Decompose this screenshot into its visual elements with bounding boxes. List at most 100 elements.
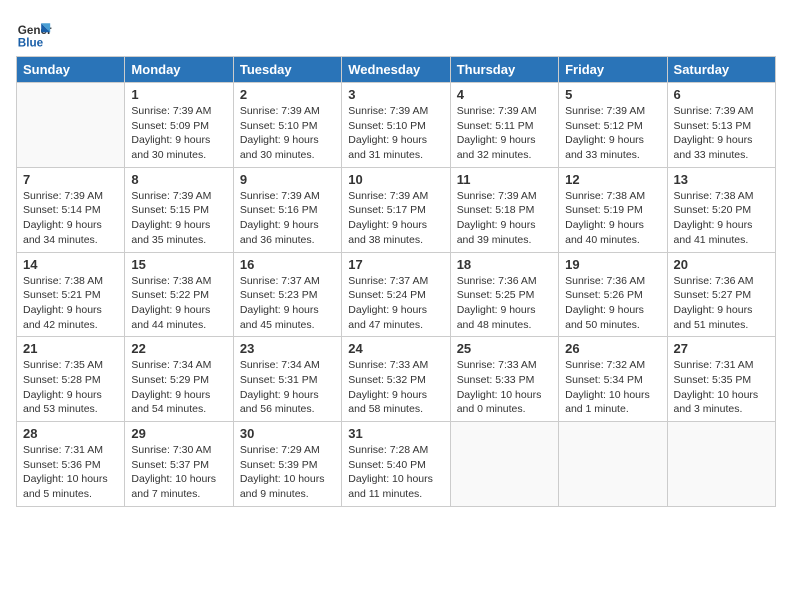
day-number: 5: [565, 87, 660, 102]
day-number: 31: [348, 426, 443, 441]
calendar-cell: 25 Sunrise: 7:33 AM Sunset: 5:33 PM Dayl…: [450, 337, 558, 422]
calendar-cell: 10 Sunrise: 7:39 AM Sunset: 5:17 PM Dayl…: [342, 167, 450, 252]
day-number: 28: [23, 426, 118, 441]
calendar-cell: [667, 422, 775, 507]
header-friday: Friday: [559, 57, 667, 83]
day-info: Sunrise: 7:39 AM Sunset: 5:16 PM Dayligh…: [240, 189, 335, 248]
day-info: Sunrise: 7:39 AM Sunset: 5:12 PM Dayligh…: [565, 104, 660, 163]
calendar-cell: [559, 422, 667, 507]
day-info: Sunrise: 7:34 AM Sunset: 5:31 PM Dayligh…: [240, 358, 335, 417]
calendar-cell: 18 Sunrise: 7:36 AM Sunset: 5:25 PM Dayl…: [450, 252, 558, 337]
day-info: Sunrise: 7:39 AM Sunset: 5:11 PM Dayligh…: [457, 104, 552, 163]
day-info: Sunrise: 7:39 AM Sunset: 5:09 PM Dayligh…: [131, 104, 226, 163]
day-number: 11: [457, 172, 552, 187]
week-row-5: 28 Sunrise: 7:31 AM Sunset: 5:36 PM Dayl…: [17, 422, 776, 507]
day-number: 12: [565, 172, 660, 187]
svg-text:Blue: Blue: [18, 37, 44, 50]
day-info: Sunrise: 7:39 AM Sunset: 5:13 PM Dayligh…: [674, 104, 769, 163]
day-info: Sunrise: 7:28 AM Sunset: 5:40 PM Dayligh…: [348, 443, 443, 502]
calendar-cell: 23 Sunrise: 7:34 AM Sunset: 5:31 PM Dayl…: [233, 337, 341, 422]
day-info: Sunrise: 7:35 AM Sunset: 5:28 PM Dayligh…: [23, 358, 118, 417]
header-thursday: Thursday: [450, 57, 558, 83]
day-number: 7: [23, 172, 118, 187]
day-info: Sunrise: 7:36 AM Sunset: 5:25 PM Dayligh…: [457, 274, 552, 333]
day-number: 17: [348, 257, 443, 272]
day-number: 30: [240, 426, 335, 441]
day-info: Sunrise: 7:33 AM Sunset: 5:32 PM Dayligh…: [348, 358, 443, 417]
calendar-table: SundayMondayTuesdayWednesdayThursdayFrid…: [16, 56, 776, 507]
calendar-cell: [450, 422, 558, 507]
day-info: Sunrise: 7:38 AM Sunset: 5:19 PM Dayligh…: [565, 189, 660, 248]
page-header: General Blue: [16, 16, 776, 52]
calendar-cell: 1 Sunrise: 7:39 AM Sunset: 5:09 PM Dayli…: [125, 83, 233, 168]
day-number: 10: [348, 172, 443, 187]
header-tuesday: Tuesday: [233, 57, 341, 83]
header-row: SundayMondayTuesdayWednesdayThursdayFrid…: [17, 57, 776, 83]
logo: General Blue: [16, 16, 52, 52]
day-info: Sunrise: 7:39 AM Sunset: 5:14 PM Dayligh…: [23, 189, 118, 248]
calendar-cell: 14 Sunrise: 7:38 AM Sunset: 5:21 PM Dayl…: [17, 252, 125, 337]
day-info: Sunrise: 7:36 AM Sunset: 5:26 PM Dayligh…: [565, 274, 660, 333]
day-number: 24: [348, 341, 443, 356]
day-info: Sunrise: 7:30 AM Sunset: 5:37 PM Dayligh…: [131, 443, 226, 502]
day-info: Sunrise: 7:34 AM Sunset: 5:29 PM Dayligh…: [131, 358, 226, 417]
calendar-cell: 24 Sunrise: 7:33 AM Sunset: 5:32 PM Dayl…: [342, 337, 450, 422]
day-number: 3: [348, 87, 443, 102]
day-number: 23: [240, 341, 335, 356]
calendar-cell: 3 Sunrise: 7:39 AM Sunset: 5:10 PM Dayli…: [342, 83, 450, 168]
day-info: Sunrise: 7:37 AM Sunset: 5:24 PM Dayligh…: [348, 274, 443, 333]
calendar-cell: 27 Sunrise: 7:31 AM Sunset: 5:35 PM Dayl…: [667, 337, 775, 422]
header-wednesday: Wednesday: [342, 57, 450, 83]
day-number: 1: [131, 87, 226, 102]
calendar-cell: 29 Sunrise: 7:30 AM Sunset: 5:37 PM Dayl…: [125, 422, 233, 507]
day-number: 18: [457, 257, 552, 272]
calendar-cell: 4 Sunrise: 7:39 AM Sunset: 5:11 PM Dayli…: [450, 83, 558, 168]
week-row-1: 1 Sunrise: 7:39 AM Sunset: 5:09 PM Dayli…: [17, 83, 776, 168]
calendar-cell: 31 Sunrise: 7:28 AM Sunset: 5:40 PM Dayl…: [342, 422, 450, 507]
calendar-cell: 2 Sunrise: 7:39 AM Sunset: 5:10 PM Dayli…: [233, 83, 341, 168]
day-number: 19: [565, 257, 660, 272]
day-number: 27: [674, 341, 769, 356]
day-number: 8: [131, 172, 226, 187]
day-number: 2: [240, 87, 335, 102]
calendar-cell: 16 Sunrise: 7:37 AM Sunset: 5:23 PM Dayl…: [233, 252, 341, 337]
week-row-2: 7 Sunrise: 7:39 AM Sunset: 5:14 PM Dayli…: [17, 167, 776, 252]
day-info: Sunrise: 7:38 AM Sunset: 5:20 PM Dayligh…: [674, 189, 769, 248]
calendar-cell: 8 Sunrise: 7:39 AM Sunset: 5:15 PM Dayli…: [125, 167, 233, 252]
calendar-cell: 12 Sunrise: 7:38 AM Sunset: 5:19 PM Dayl…: [559, 167, 667, 252]
calendar-cell: 22 Sunrise: 7:34 AM Sunset: 5:29 PM Dayl…: [125, 337, 233, 422]
day-number: 13: [674, 172, 769, 187]
calendar-cell: 6 Sunrise: 7:39 AM Sunset: 5:13 PM Dayli…: [667, 83, 775, 168]
calendar-cell: 13 Sunrise: 7:38 AM Sunset: 5:20 PM Dayl…: [667, 167, 775, 252]
calendar-cell: 19 Sunrise: 7:36 AM Sunset: 5:26 PM Dayl…: [559, 252, 667, 337]
calendar-cell: 11 Sunrise: 7:39 AM Sunset: 5:18 PM Dayl…: [450, 167, 558, 252]
day-number: 9: [240, 172, 335, 187]
day-info: Sunrise: 7:31 AM Sunset: 5:35 PM Dayligh…: [674, 358, 769, 417]
day-number: 29: [131, 426, 226, 441]
day-info: Sunrise: 7:38 AM Sunset: 5:21 PM Dayligh…: [23, 274, 118, 333]
day-info: Sunrise: 7:39 AM Sunset: 5:10 PM Dayligh…: [240, 104, 335, 163]
day-number: 16: [240, 257, 335, 272]
day-info: Sunrise: 7:31 AM Sunset: 5:36 PM Dayligh…: [23, 443, 118, 502]
header-monday: Monday: [125, 57, 233, 83]
day-number: 15: [131, 257, 226, 272]
day-number: 22: [131, 341, 226, 356]
week-row-4: 21 Sunrise: 7:35 AM Sunset: 5:28 PM Dayl…: [17, 337, 776, 422]
week-row-3: 14 Sunrise: 7:38 AM Sunset: 5:21 PM Dayl…: [17, 252, 776, 337]
calendar-cell: 9 Sunrise: 7:39 AM Sunset: 5:16 PM Dayli…: [233, 167, 341, 252]
day-number: 4: [457, 87, 552, 102]
calendar-cell: 21 Sunrise: 7:35 AM Sunset: 5:28 PM Dayl…: [17, 337, 125, 422]
calendar-cell: 7 Sunrise: 7:39 AM Sunset: 5:14 PM Dayli…: [17, 167, 125, 252]
header-sunday: Sunday: [17, 57, 125, 83]
day-number: 6: [674, 87, 769, 102]
calendar-cell: 26 Sunrise: 7:32 AM Sunset: 5:34 PM Dayl…: [559, 337, 667, 422]
calendar-cell: 15 Sunrise: 7:38 AM Sunset: 5:22 PM Dayl…: [125, 252, 233, 337]
day-info: Sunrise: 7:36 AM Sunset: 5:27 PM Dayligh…: [674, 274, 769, 333]
calendar-cell: 20 Sunrise: 7:36 AM Sunset: 5:27 PM Dayl…: [667, 252, 775, 337]
calendar-cell: 28 Sunrise: 7:31 AM Sunset: 5:36 PM Dayl…: [17, 422, 125, 507]
day-info: Sunrise: 7:39 AM Sunset: 5:18 PM Dayligh…: [457, 189, 552, 248]
day-number: 21: [23, 341, 118, 356]
day-info: Sunrise: 7:39 AM Sunset: 5:15 PM Dayligh…: [131, 189, 226, 248]
header-saturday: Saturday: [667, 57, 775, 83]
calendar-cell: 17 Sunrise: 7:37 AM Sunset: 5:24 PM Dayl…: [342, 252, 450, 337]
